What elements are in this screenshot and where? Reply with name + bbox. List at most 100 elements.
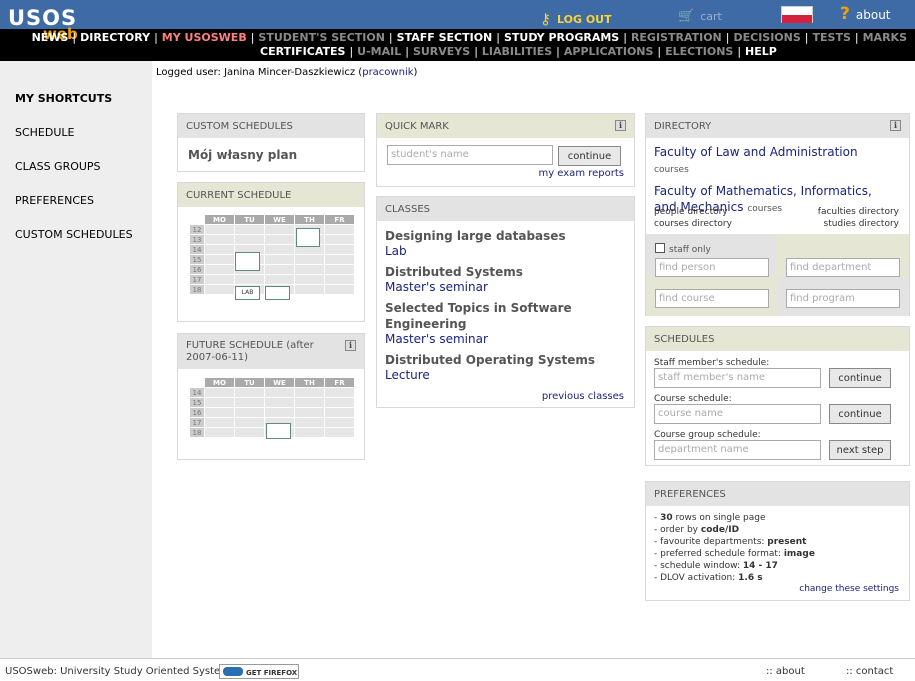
- menu-item-registration: REGISTRATION: [630, 31, 722, 44]
- faculty-courses-link[interactable]: courses: [654, 165, 689, 175]
- hour-label: 17: [189, 417, 205, 428]
- footer-about-link[interactable]: :: about: [766, 666, 805, 677]
- exam-reports-link[interactable]: my exam reports: [538, 168, 624, 179]
- previous-classes-link[interactable]: previous classes: [542, 391, 624, 402]
- menu-row-1: NEWS | DIRECTORY | MY USOSWEB | STUDENT'S SECT…: [32, 31, 907, 44]
- schedule-slot[interactable]: [265, 286, 290, 300]
- schedule-cell: [204, 274, 235, 285]
- staff-only-checkbox[interactable]: [655, 243, 665, 253]
- firefox-icon: [223, 667, 243, 676]
- class-name[interactable]: Distributed Operating Systems: [385, 352, 625, 368]
- class-type-link[interactable]: Lab: [385, 244, 625, 259]
- sidebar-item-preferences[interactable]: PREFERENCES: [15, 194, 94, 207]
- day-header: MO: [204, 214, 235, 225]
- menu-separator: |: [496, 31, 500, 44]
- polish-flag-icon[interactable]: [781, 6, 813, 23]
- find-person-input[interactable]: find person: [655, 258, 769, 277]
- staff-name-input[interactable]: staff member's name: [654, 368, 821, 388]
- hour-label: 18: [189, 427, 205, 438]
- future-schedule-title: FUTURE SCHEDULE (after 2007-06-11): [186, 340, 314, 363]
- course-schedule-continue-button[interactable]: continue: [829, 404, 891, 424]
- hour-label: 12: [189, 224, 205, 235]
- studies-directory-link[interactable]: studies directory: [818, 218, 900, 230]
- question-icon: ?: [840, 4, 850, 24]
- schedule-cell: [204, 417, 235, 428]
- staff-only-option[interactable]: staff only: [655, 243, 711, 255]
- schedule-slot[interactable]: [296, 228, 320, 247]
- info-icon[interactable]: i: [345, 340, 356, 351]
- menu-separator: |: [405, 45, 409, 58]
- current-schedule-grid[interactable]: MO TU WE TH FR 12 13 14 15 16 17 18: [189, 214, 355, 295]
- menu-item-surveys: SURVEYS: [412, 45, 471, 58]
- menu-item-liabilities: LIABILITIES: [481, 45, 553, 58]
- faculty-courses-link[interactable]: courses: [747, 204, 782, 214]
- find-program-input[interactable]: find program: [786, 289, 900, 308]
- sidebar-item-my-shortcuts[interactable]: MY SHORTCUTS: [15, 92, 112, 105]
- schedule-cell: [264, 234, 295, 245]
- class-type-link[interactable]: Lecture: [385, 368, 625, 383]
- menu-separator: |: [657, 45, 662, 58]
- staff-schedule-label: Staff member's schedule:: [654, 358, 770, 368]
- sidebar-item-schedule[interactable]: SCHEDULE: [15, 126, 75, 139]
- class-type-link[interactable]: Master's seminar: [385, 280, 625, 295]
- cart-button[interactable]: 🛒 cart: [678, 9, 722, 24]
- schedule-cell: [294, 407, 325, 418]
- menu-item-staff-section[interactable]: STAFF SECTION: [397, 31, 493, 44]
- menu-item-student-s-section: STUDENT'S SECTION: [258, 31, 385, 44]
- schedule-slot-lab[interactable]: LAB: [235, 286, 260, 300]
- info-icon[interactable]: i: [615, 120, 626, 131]
- find-course-input[interactable]: find course: [655, 289, 769, 308]
- current-schedule-panel: CURRENT SCHEDULE MO TU WE TH FR 12 13 14 15 16 17 1…: [177, 182, 365, 322]
- schedule-cell: [324, 264, 355, 275]
- logout-button[interactable]: ⚷ LOG OUT: [540, 9, 612, 28]
- get-firefox-button[interactable]: GET FIREFOX: [219, 664, 299, 679]
- preference-line: - DLOV activation: 1.6 s: [654, 573, 763, 583]
- sidebar-item-custom-schedules[interactable]: CUSTOM SCHEDULES: [15, 228, 133, 241]
- next-step-button[interactable]: next step: [829, 440, 891, 460]
- class-name[interactable]: Distributed Systems: [385, 264, 625, 280]
- menu-item-directory[interactable]: DIRECTORY: [80, 31, 150, 44]
- about-button[interactable]: ? about: [840, 4, 891, 24]
- department-name-input[interactable]: department name: [654, 440, 821, 460]
- schedule-cell: [204, 407, 235, 418]
- schedule-cell: [204, 284, 235, 295]
- faculties-directory-link[interactable]: faculties directory: [818, 206, 899, 218]
- menu-item-study-programs[interactable]: STUDY PROGRAMS: [504, 31, 619, 44]
- menu-item-my-usosweb[interactable]: MY USOSWEB: [162, 31, 247, 44]
- logged-user-role-link[interactable]: pracownik: [362, 67, 413, 78]
- menu-item-certificates[interactable]: CERTIFICATES: [260, 45, 345, 58]
- day-header: WE: [264, 377, 295, 388]
- change-settings-link[interactable]: change these settings: [799, 584, 899, 594]
- sidebar-item-class-groups[interactable]: CLASS GROUPS: [15, 160, 101, 173]
- schedules-panel: SCHEDULES Staff member's schedule: staff…: [645, 326, 910, 466]
- staff-schedule-continue-button[interactable]: continue: [829, 368, 891, 388]
- courses-directory-link[interactable]: courses directory: [654, 218, 732, 230]
- schedule-cell: [204, 224, 235, 235]
- preference-line: - preferred schedule format: image: [654, 549, 815, 559]
- menu-item-help[interactable]: HELP: [745, 45, 777, 58]
- faculty-link[interactable]: Faculty of Law and Administration: [654, 145, 858, 159]
- day-header: TH: [294, 377, 325, 388]
- course-name-input[interactable]: course name: [654, 404, 821, 424]
- people-directory-link[interactable]: people directory: [654, 206, 732, 218]
- menu-item-news[interactable]: NEWS: [32, 31, 69, 44]
- student-name-input[interactable]: student's name: [387, 145, 553, 165]
- panel-title: SCHEDULES: [646, 327, 909, 351]
- class-type-link[interactable]: Master's seminar: [385, 332, 625, 347]
- menu-row-2: CERTIFICATES | U-MAIL | SURVEYS | LIABILITIES |…: [260, 45, 777, 58]
- main-menu: web NEWS | DIRECTORY | MY USOSWEB | STUDENT'S …: [0, 25, 915, 61]
- schedule-cell: [234, 427, 265, 438]
- schedule-slot[interactable]: [235, 252, 260, 271]
- menu-item-marks: MARKS: [862, 31, 907, 44]
- quick-mark-continue-button[interactable]: continue: [558, 146, 621, 166]
- footer-contact-link[interactable]: :: contact: [846, 666, 893, 677]
- custom-plan-link[interactable]: Mój własny plan: [188, 148, 297, 162]
- schedule-slot[interactable]: [266, 423, 291, 439]
- schedule-cell: [264, 274, 295, 285]
- key-icon: ⚷: [540, 10, 551, 28]
- find-department-input[interactable]: find department: [786, 258, 900, 277]
- info-icon[interactable]: i: [890, 120, 901, 131]
- class-name[interactable]: Selected Topics in Software Engineering: [385, 300, 625, 332]
- course-schedule-label: Course schedule:: [654, 394, 732, 404]
- class-name[interactable]: Designing large databases: [385, 228, 625, 244]
